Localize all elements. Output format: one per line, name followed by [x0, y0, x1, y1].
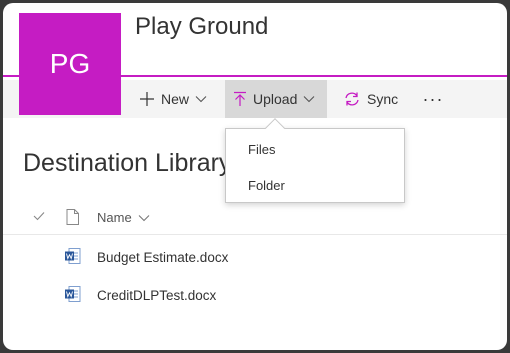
menu-item-files[interactable]: Files [248, 142, 275, 157]
sharepoint-window: Play Ground PG New Upload Sync ··· Desti… [3, 3, 507, 350]
new-button[interactable]: New [137, 80, 217, 118]
library-title: Destination Library [23, 149, 232, 177]
sync-button-label: Sync [367, 91, 399, 107]
word-doc-icon [65, 248, 81, 264]
file-name[interactable]: CreditDLPTest.docx [97, 288, 216, 303]
file-name[interactable]: Budget Estimate.docx [97, 250, 228, 265]
chevron-down-icon [138, 214, 150, 221]
new-button-label: New [161, 91, 190, 107]
site-logo[interactable]: PG [19, 13, 121, 115]
upload-dropdown-menu: Files Folder [225, 128, 405, 203]
column-header-name[interactable]: Name [97, 210, 150, 225]
list-header: Name [3, 201, 507, 235]
list-item[interactable]: CreditDLPTest.docx [3, 276, 507, 314]
plus-icon [140, 92, 154, 106]
chevron-down-icon [195, 96, 207, 103]
upload-arrow-icon [234, 91, 246, 106]
upload-button[interactable]: Upload [225, 80, 327, 118]
sync-button[interactable]: Sync [339, 80, 409, 118]
sync-icon [345, 92, 359, 106]
select-all-checkmark-icon[interactable] [33, 211, 45, 221]
column-header-name-label: Name [97, 210, 132, 225]
menu-item-folder[interactable]: Folder [248, 178, 285, 193]
chevron-down-icon [303, 96, 315, 103]
site-title[interactable]: Play Ground [135, 13, 268, 41]
upload-button-label: Upload [253, 91, 298, 107]
more-actions-button[interactable]: ··· [421, 80, 445, 118]
word-doc-icon [65, 286, 81, 302]
file-type-icon[interactable] [66, 209, 79, 225]
list-item[interactable]: Budget Estimate.docx [3, 238, 507, 276]
